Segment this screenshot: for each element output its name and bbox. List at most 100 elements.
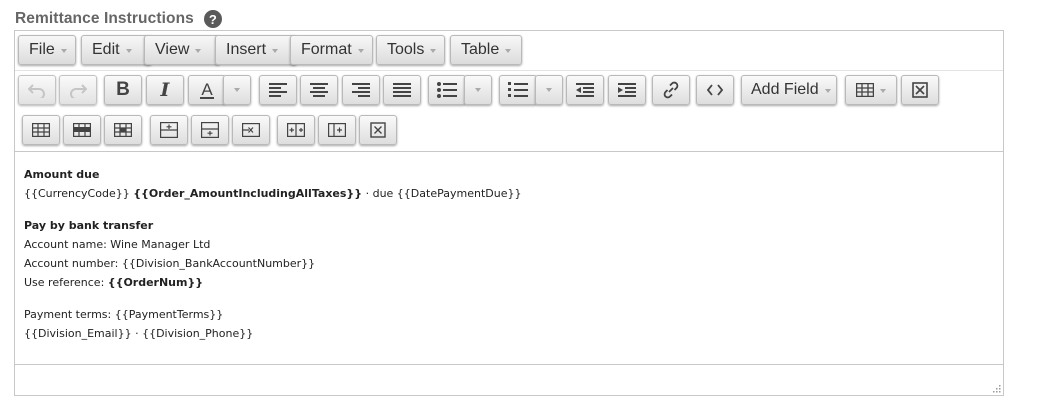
payment-terms-line: Payment terms: {{PaymentTerms}} [24, 308, 224, 321]
chevron-down-icon [475, 88, 481, 92]
text-color-button[interactable]: A [188, 75, 226, 105]
delete-column-button[interactable] [359, 115, 397, 145]
chevron-down-icon [824, 89, 831, 93]
insert-column-after-button[interactable] [318, 115, 356, 145]
italic-icon: I [160, 79, 170, 101]
add-field-button[interactable]: Add Field [741, 75, 837, 105]
use-reference-label: Use reference: [24, 276, 105, 289]
table-row-props-button[interactable] [22, 115, 60, 145]
link-button[interactable] [652, 75, 690, 105]
delete-column-icon [370, 122, 386, 138]
menu-tools-label: Tools [387, 41, 425, 58]
table-merge-icon [114, 123, 132, 137]
source-code-button[interactable] [696, 75, 734, 105]
menu-view-label: View [155, 41, 190, 58]
chevron-down-icon [880, 89, 886, 93]
resize-handle-icon[interactable] [991, 383, 1001, 393]
division-contact-line: {{Division_Email}} · {{Division_Phone}} [24, 327, 254, 340]
help-icon[interactable]: ? [203, 10, 222, 28]
source-code-icon [707, 84, 723, 96]
editor-content[interactable]: Amount due {{CurrencyCode}} {{Order_Amou… [15, 151, 1003, 364]
menu-format[interactable]: Format [290, 35, 373, 65]
bold-icon: B [116, 79, 130, 100]
insert-column-after-icon [328, 123, 346, 137]
account-name-line: Account name: Wine Manager Ltd [24, 238, 211, 251]
insert-row-before-icon [160, 122, 178, 138]
undo-button[interactable] [18, 75, 56, 105]
link-icon [663, 81, 679, 99]
outdent-icon [576, 83, 594, 97]
align-right-button[interactable] [342, 75, 380, 105]
chevron-down-icon [195, 49, 202, 53]
bullet-list-dropdown[interactable] [464, 75, 492, 105]
account-number-line: Account number: {{Division_BankAccountNu… [24, 257, 316, 270]
undo-icon [28, 84, 45, 98]
text-color-dropdown[interactable] [223, 75, 251, 105]
menu-insert-label: Insert [226, 41, 267, 58]
chevron-down-icon [272, 49, 279, 53]
numbered-list-button[interactable] [499, 75, 537, 105]
insert-row-before-button[interactable] [150, 115, 188, 145]
menu-tools[interactable]: Tools [376, 35, 445, 65]
chevron-down-icon [546, 88, 552, 92]
justify-icon [393, 83, 411, 97]
menu-file-label: File [29, 41, 55, 58]
table-row-props-icon [32, 123, 50, 137]
statusbar [15, 364, 1003, 395]
menu-table-label: Table [461, 41, 500, 58]
table-cell-props-button[interactable] [63, 115, 101, 145]
text-color-icon: A [200, 79, 214, 99]
align-center-button[interactable] [300, 75, 338, 105]
indent-icon [618, 83, 636, 97]
insert-column-before-icon [287, 123, 305, 137]
insert-row-after-icon [201, 122, 219, 138]
toolbar: B I A Add Field [15, 71, 1003, 151]
clear-formatting-button[interactable] [901, 75, 939, 105]
order-num-field: {{OrderNum}} [107, 276, 204, 289]
italic-button[interactable]: I [146, 75, 184, 105]
chevron-down-icon [234, 88, 240, 92]
clear-formatting-icon [912, 82, 928, 98]
justify-button[interactable] [383, 75, 421, 105]
chevron-down-icon [357, 49, 364, 53]
rich-text-editor: File Edit View Insert Format Tools Table [14, 30, 1004, 396]
menu-file[interactable]: File [18, 35, 76, 65]
amount-line: {{CurrencyCode}} {{Order_AmountIncluding… [24, 184, 1003, 203]
table-merge-button[interactable] [104, 115, 142, 145]
align-center-icon [310, 83, 328, 97]
align-left-icon [269, 83, 287, 97]
bold-button[interactable]: B [104, 75, 142, 105]
redo-button[interactable] [59, 75, 97, 105]
bank-transfer-heading: Pay by bank transfer [24, 219, 154, 232]
currency-code-field: {{CurrencyCode}} [24, 187, 130, 200]
field-title: Remittance Instructions [15, 10, 194, 27]
delete-row-icon [242, 123, 260, 137]
numbered-list-dropdown[interactable] [535, 75, 563, 105]
use-reference-line: Use reference: {{OrderNum}} [24, 273, 1003, 292]
table-button[interactable] [845, 75, 897, 105]
indent-button[interactable] [608, 75, 646, 105]
menu-view[interactable]: View [144, 35, 220, 65]
outdent-button[interactable] [566, 75, 604, 105]
insert-row-after-button[interactable] [191, 115, 229, 145]
table-cell-props-icon [73, 123, 91, 137]
bullet-list-icon [437, 82, 457, 98]
menubar: File Edit View Insert Format Tools Table [15, 31, 1003, 71]
align-left-button[interactable] [259, 75, 297, 105]
align-right-icon [352, 83, 370, 97]
field-header: Remittance Instructions ? [15, 8, 222, 30]
redo-icon [70, 84, 87, 98]
insert-column-before-button[interactable] [277, 115, 315, 145]
chevron-down-icon [505, 49, 512, 53]
menu-edit-label: Edit [92, 41, 120, 58]
delete-row-button[interactable] [232, 115, 270, 145]
bullet-list-button[interactable] [428, 75, 466, 105]
chevron-down-icon [125, 49, 132, 53]
chevron-down-icon [60, 49, 67, 53]
table-icon [856, 83, 874, 97]
menu-edit[interactable]: Edit [81, 35, 152, 65]
menu-insert[interactable]: Insert [215, 35, 297, 65]
menu-table[interactable]: Table [450, 35, 522, 65]
menu-format-label: Format [301, 41, 352, 58]
due-date-text: · due {{DatePaymentDue}} [365, 187, 522, 200]
